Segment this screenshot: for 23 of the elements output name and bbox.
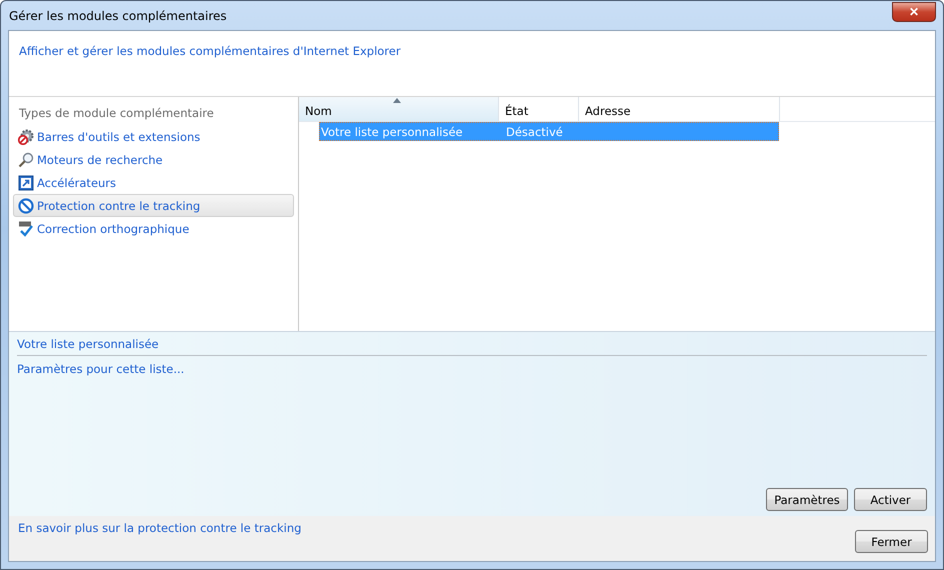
spellcheck-icon [18,220,34,236]
settings-link[interactable]: Paramètres pour cette liste... [17,362,184,376]
header-text: Afficher et gérer les modules complémentaires d'Internet Explorer [19,44,401,58]
close-dialog-button[interactable]: Fermer [855,530,928,553]
sidebar-item[interactable]: Moteurs de recherche [13,148,294,171]
window-title: Gérer les modules complémentaires [8,8,227,22]
details-title: Votre liste personnalisée [17,336,159,350]
list-row[interactable]: Votre liste personnalisée Désactivé [319,122,779,141]
column-header[interactable]: Nom [299,97,499,121]
dialog-button[interactable]: Paramètres [766,488,848,511]
sidebar-item[interactable]: Accélérateurs [13,171,294,194]
sidebar-heading: Types de module complémentaire [18,105,215,122]
learn-more-link[interactable]: En savoir plus sur la protection contre le tracking [18,521,302,535]
sidebar-item[interactable]: Protection contre le tracking [13,194,294,217]
sort-arrow-icon [393,98,401,103]
sidebar-item[interactable]: Barres d'outils et extensions [13,125,294,148]
arrow-square-icon [18,174,34,190]
dialog-button[interactable]: Activer [854,488,927,511]
sidebar-item[interactable]: Correction orthographique [13,217,294,240]
no-entry-icon [18,198,34,214]
close-button[interactable]: ✕ [892,2,936,22]
magnifier-icon [18,152,34,168]
gear-icon [18,128,34,144]
